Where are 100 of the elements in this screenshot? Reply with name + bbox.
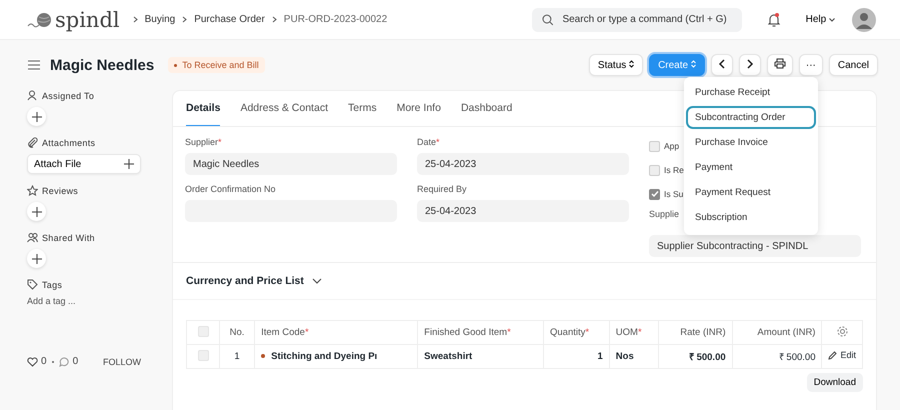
table-cell: Sweatshirt	[418, 344, 544, 368]
column-header: UOM*	[609, 320, 658, 344]
field-label: Date*	[417, 137, 441, 147]
menu-item[interactable]: Subcontracting Order	[686, 106, 816, 129]
column-header: Rate (INR)	[658, 320, 732, 344]
tab[interactable]: Terms	[348, 91, 377, 126]
chevron-left-icon	[718, 58, 726, 68]
table-cell: ₹ 500.00	[732, 344, 822, 368]
column-header: Finished Good Item*	[418, 320, 544, 344]
column-header: No.	[220, 320, 255, 344]
checkbox[interactable]	[649, 164, 660, 176]
date-field[interactable]: 25-04-2023	[417, 200, 629, 222]
checkbox-label: Is Re	[664, 165, 684, 175]
tab[interactable]: More Info	[396, 91, 441, 126]
sort-icon	[629, 60, 634, 68]
logo-text: spindl	[55, 8, 120, 32]
comment-icon[interactable]	[58, 356, 70, 366]
yarn-ball-icon	[27, 10, 53, 28]
checkbox[interactable]	[649, 140, 660, 152]
status-button[interactable]: Status	[588, 54, 644, 76]
previous-button[interactable]	[710, 54, 733, 76]
breadcrumb-link[interactable]: PUR-ORD-2023-00022	[284, 14, 388, 25]
paperclip-icon	[27, 137, 38, 148]
checkbox-label: App	[664, 141, 680, 151]
checkbox-label: Is Su	[664, 189, 684, 199]
date-field[interactable]: 25-04-2023	[417, 153, 629, 175]
section-title: Currency and Price List	[186, 275, 304, 287]
menu-item[interactable]: Purchase Invoice	[686, 131, 816, 154]
search-field[interactable]: Search or type a command (Ctrl + G)	[532, 8, 742, 32]
status-badge: To Receive and Bill	[168, 57, 265, 73]
menu-item[interactable]: Subscription	[686, 206, 816, 229]
tab[interactable]: Dashboard	[460, 91, 512, 126]
star-icon	[27, 185, 38, 196]
field-label: Required By	[417, 184, 468, 194]
field-label: Order Confirmation No	[185, 184, 277, 194]
plus-icon	[32, 206, 42, 216]
column-header: Amount (INR)	[732, 320, 822, 344]
breadcrumb-link[interactable]: Purchase Order	[194, 14, 265, 25]
pencil-icon	[828, 350, 838, 360]
table-cell: ₹ 500.00	[658, 344, 732, 368]
breadcrumb-link[interactable]: Buying	[144, 14, 176, 25]
settings-icon[interactable]	[836, 326, 848, 336]
chevron-down-icon[interactable]	[312, 278, 322, 284]
add-button[interactable]	[27, 249, 46, 268]
like-count: 0	[41, 356, 47, 367]
tag-icon	[27, 279, 38, 290]
table-cell: Nos	[609, 344, 658, 368]
tab[interactable]: Address & Contact	[240, 91, 328, 126]
input-field[interactable]: Magic Needles	[185, 153, 397, 175]
download-button[interactable]: Download	[806, 373, 863, 392]
avatar-icon[interactable]	[852, 8, 876, 32]
chevron-icon	[182, 16, 188, 23]
section-title: Reviews	[42, 186, 78, 196]
add-button[interactable]	[27, 202, 46, 221]
print-button[interactable]	[766, 54, 793, 76]
cancel-button[interactable]: Cancel	[828, 54, 878, 76]
add-tag-link[interactable]: Add a tag ...	[27, 296, 76, 306]
plus-icon	[32, 254, 42, 264]
more-button[interactable]: ···	[798, 54, 823, 76]
section-title: Attachments	[42, 138, 96, 148]
column-header: Quantity*	[543, 320, 610, 344]
menu-icon[interactable]	[28, 60, 40, 70]
add-button[interactable]	[27, 107, 46, 126]
chevron-icon	[272, 16, 277, 23]
chevron-right-icon	[746, 58, 754, 68]
menu-item[interactable]: Payment Request	[686, 181, 816, 204]
section-title: Tags	[42, 280, 62, 290]
heart-icon[interactable]	[27, 356, 38, 366]
checkbox[interactable]	[649, 188, 660, 200]
help-menu[interactable]: Help	[800, 13, 841, 26]
input-field[interactable]: Supplier Subcontracting - SPINDL	[649, 235, 861, 257]
follow-link[interactable]: FOLLOW	[102, 356, 141, 366]
menu-item[interactable]: Payment	[686, 156, 816, 179]
page-title: Magic Needles	[50, 56, 154, 74]
printer-icon	[774, 58, 786, 69]
menu-item[interactable]: Purchase Receipt	[686, 81, 816, 104]
table-cell: 1	[220, 344, 255, 368]
logo[interactable]: spindl	[27, 8, 120, 32]
caret-icon	[829, 18, 835, 22]
chevron-icon	[132, 16, 138, 23]
search-input[interactable]: Search or type a command (Ctrl + G)	[560, 13, 742, 26]
people-icon	[27, 232, 38, 243]
comment-count: 0	[72, 356, 78, 367]
next-button[interactable]	[738, 54, 761, 76]
field-label: Supplier*	[185, 137, 223, 147]
table-cell: Stitching and Dyeing Pı	[254, 344, 418, 368]
separator-dot	[52, 360, 54, 362]
section-title: Assigned To	[42, 90, 94, 100]
section-title: Shared With	[42, 232, 95, 242]
plus-icon	[32, 112, 42, 122]
column-header: Item Code*	[254, 320, 418, 344]
table-cell: 1	[543, 344, 610, 368]
attach-file-button[interactable]: Attach File	[27, 154, 141, 174]
person-icon	[27, 90, 38, 101]
plus-icon	[124, 159, 134, 169]
tab[interactable]: Details	[186, 91, 220, 126]
sort-icon	[690, 60, 696, 68]
field-label: Supplie	[649, 209, 680, 219]
bell-icon[interactable]	[766, 12, 781, 28]
search-icon	[542, 14, 554, 26]
